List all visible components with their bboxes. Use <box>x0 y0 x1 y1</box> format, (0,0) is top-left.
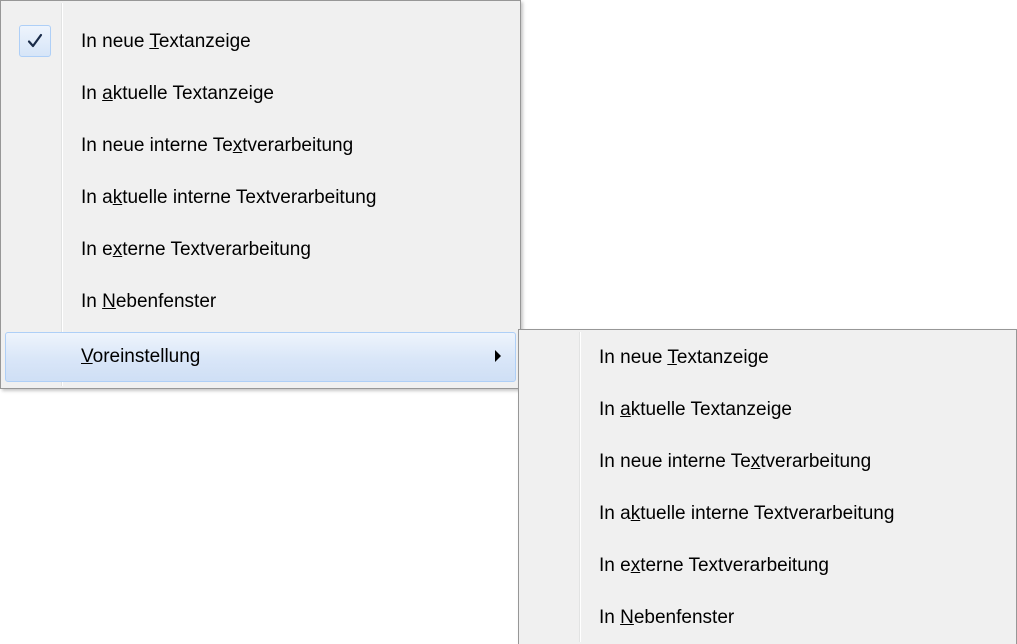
menu-item-label: In neue Textanzeige <box>599 347 769 368</box>
submenu-item-in-aktuelle-interne-textverarbeitung[interactable]: In aktuelle interne Textverarbeitung <box>523 489 1012 539</box>
menu-item-in-nebenfenster[interactable]: In Nebenfenster <box>5 277 516 327</box>
menu-item-label: In aktuelle interne Textverarbeitung <box>81 187 377 208</box>
menu-item-label: In aktuelle Textanzeige <box>81 83 274 104</box>
menu-item-label: In aktuelle interne Textverarbeitung <box>599 503 895 524</box>
menu-item-label: In Nebenfenster <box>81 291 217 312</box>
checkmark-icon <box>19 25 51 57</box>
submenu-arrow-icon <box>495 350 501 362</box>
menu-item-label: In aktuelle Textanzeige <box>599 399 792 420</box>
menu-item-voreinstellung[interactable]: Voreinstellung <box>5 332 516 382</box>
menu-item-in-aktuelle-interne-textverarbeitung[interactable]: In aktuelle interne Textverarbeitung <box>5 173 516 223</box>
submenu-voreinstellung: In neue Textanzeige In aktuelle Textanze… <box>518 329 1017 644</box>
menu-item-label: In externe Textverarbeitung <box>599 555 829 576</box>
submenu-item-in-aktuelle-textanzeige[interactable]: In aktuelle Textanzeige <box>523 385 1012 435</box>
menu-item-in-aktuelle-textanzeige[interactable]: In aktuelle Textanzeige <box>5 69 516 119</box>
menu-item-in-neue-textanzeige[interactable]: In neue Textanzeige <box>5 17 516 67</box>
submenu-item-in-nebenfenster[interactable]: In Nebenfenster <box>523 593 1012 643</box>
context-menu: In neue Textanzeige In aktuelle Textanze… <box>0 0 521 389</box>
menu-item-label: In Nebenfenster <box>599 607 735 628</box>
submenu-item-in-neue-textanzeige[interactable]: In neue Textanzeige <box>523 333 1012 383</box>
menu-item-label: In externe Textverarbeitung <box>81 239 311 260</box>
submenu-item-in-externe-textverarbeitung[interactable]: In externe Textverarbeitung <box>523 541 1012 591</box>
menu-item-in-externe-textverarbeitung[interactable]: In externe Textverarbeitung <box>5 225 516 275</box>
submenu-item-in-neue-interne-textverarbeitung[interactable]: In neue interne Textverarbeitung <box>523 437 1012 487</box>
menu-item-label: In neue interne Textverarbeitung <box>81 135 354 156</box>
menu-item-label: In neue Textanzeige <box>81 31 251 52</box>
menu-item-in-neue-interne-textverarbeitung[interactable]: In neue interne Textverarbeitung <box>5 121 516 171</box>
menu-item-label: In neue interne Textverarbeitung <box>599 451 872 472</box>
menu-item-label: Voreinstellung <box>81 346 201 367</box>
